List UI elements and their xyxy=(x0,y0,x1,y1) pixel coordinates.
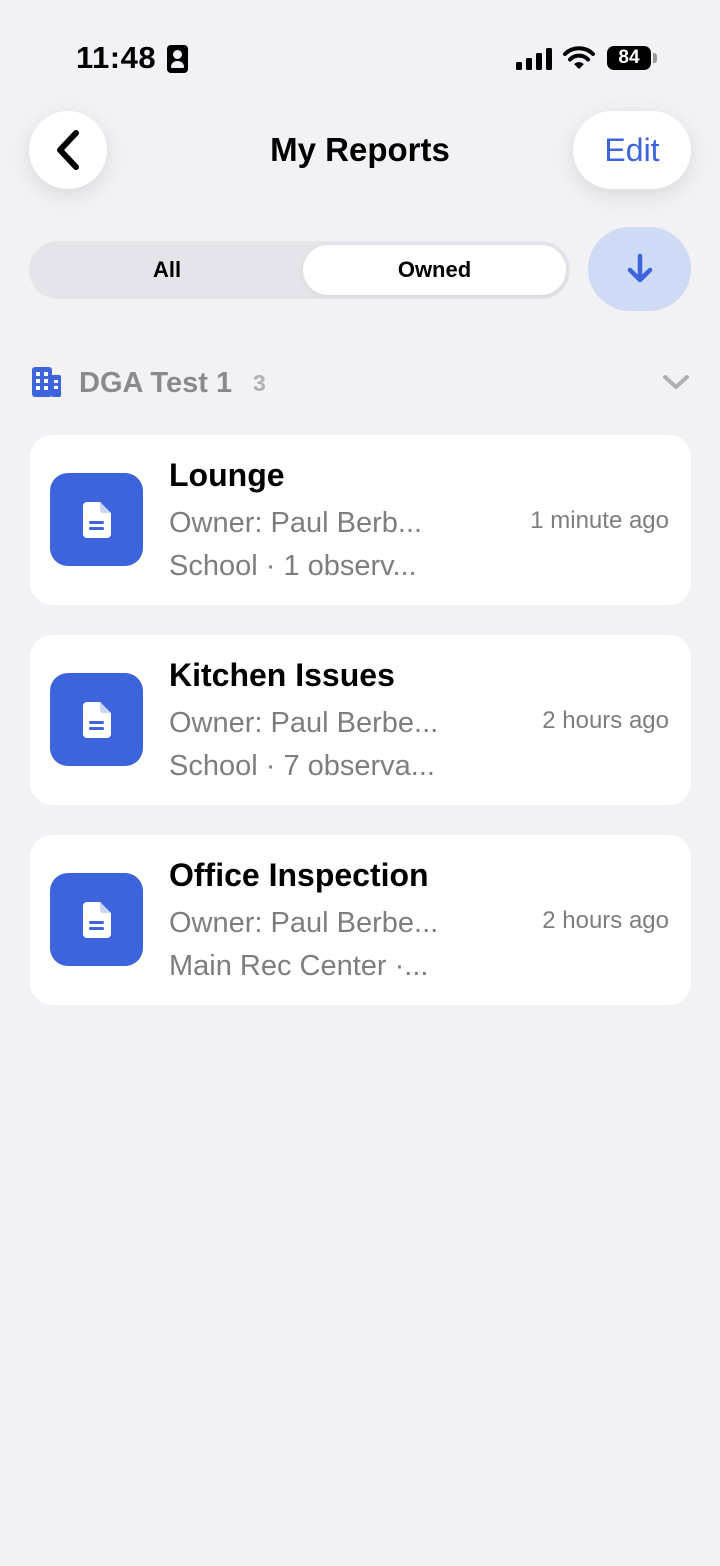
group-count: 3 xyxy=(253,370,266,396)
report-owner: Owner: Paul Berb... xyxy=(169,507,423,539)
status-bar: 11:48 84 xyxy=(0,0,720,110)
report-icon-tile xyxy=(50,673,143,766)
document-icon xyxy=(82,501,111,538)
chevron-down-icon[interactable] xyxy=(662,372,690,392)
segment-owned[interactable]: Owned xyxy=(303,245,566,295)
segment-all[interactable]: All xyxy=(33,245,301,295)
report-timestamp: 2 hours ago xyxy=(542,907,669,934)
screen: 11:48 84 My Reports Edit All Owned DGA T… xyxy=(0,0,720,1566)
document-icon xyxy=(82,701,111,738)
report-timestamp: 2 hours ago xyxy=(542,707,669,734)
arrow-down-icon xyxy=(627,253,652,283)
report-title: Lounge xyxy=(169,457,285,493)
edit-button[interactable]: Edit xyxy=(573,111,691,189)
wifi-icon xyxy=(563,46,595,69)
report-timestamp: 1 minute ago xyxy=(530,507,669,534)
report-meta: Main Rec Center ·... xyxy=(169,950,429,982)
report-title: Office Inspection xyxy=(169,857,429,893)
report-meta: School · 1 observ... xyxy=(169,550,417,582)
filter-segmented-control: All Owned xyxy=(29,241,570,299)
report-card[interactable]: Kitchen Issues Owner: Paul Berbe... Scho… xyxy=(30,635,691,805)
report-card[interactable]: Office Inspection Owner: Paul Berbe... M… xyxy=(30,835,691,1005)
document-icon xyxy=(82,901,111,938)
battery-cap xyxy=(653,53,657,63)
status-time: 11:48 xyxy=(76,40,157,75)
report-title: Kitchen Issues xyxy=(169,657,395,693)
report-owner: Owner: Paul Berbe... xyxy=(169,707,439,739)
battery-icon: 84 xyxy=(607,46,651,70)
report-icon-tile xyxy=(50,473,143,566)
id-card-icon xyxy=(167,45,188,73)
report-card[interactable]: Lounge Owner: Paul Berb... School · 1 ob… xyxy=(30,435,691,605)
signal-icon xyxy=(516,48,552,70)
sort-button[interactable] xyxy=(588,227,691,311)
report-meta: School · 7 observa... xyxy=(169,750,435,782)
report-icon-tile xyxy=(50,873,143,966)
group-title: DGA Test 1 xyxy=(79,367,233,399)
group-header[interactable]: DGA Test 1 3 xyxy=(29,360,691,406)
report-owner: Owner: Paul Berbe... xyxy=(169,907,439,939)
building-icon xyxy=(32,367,61,397)
